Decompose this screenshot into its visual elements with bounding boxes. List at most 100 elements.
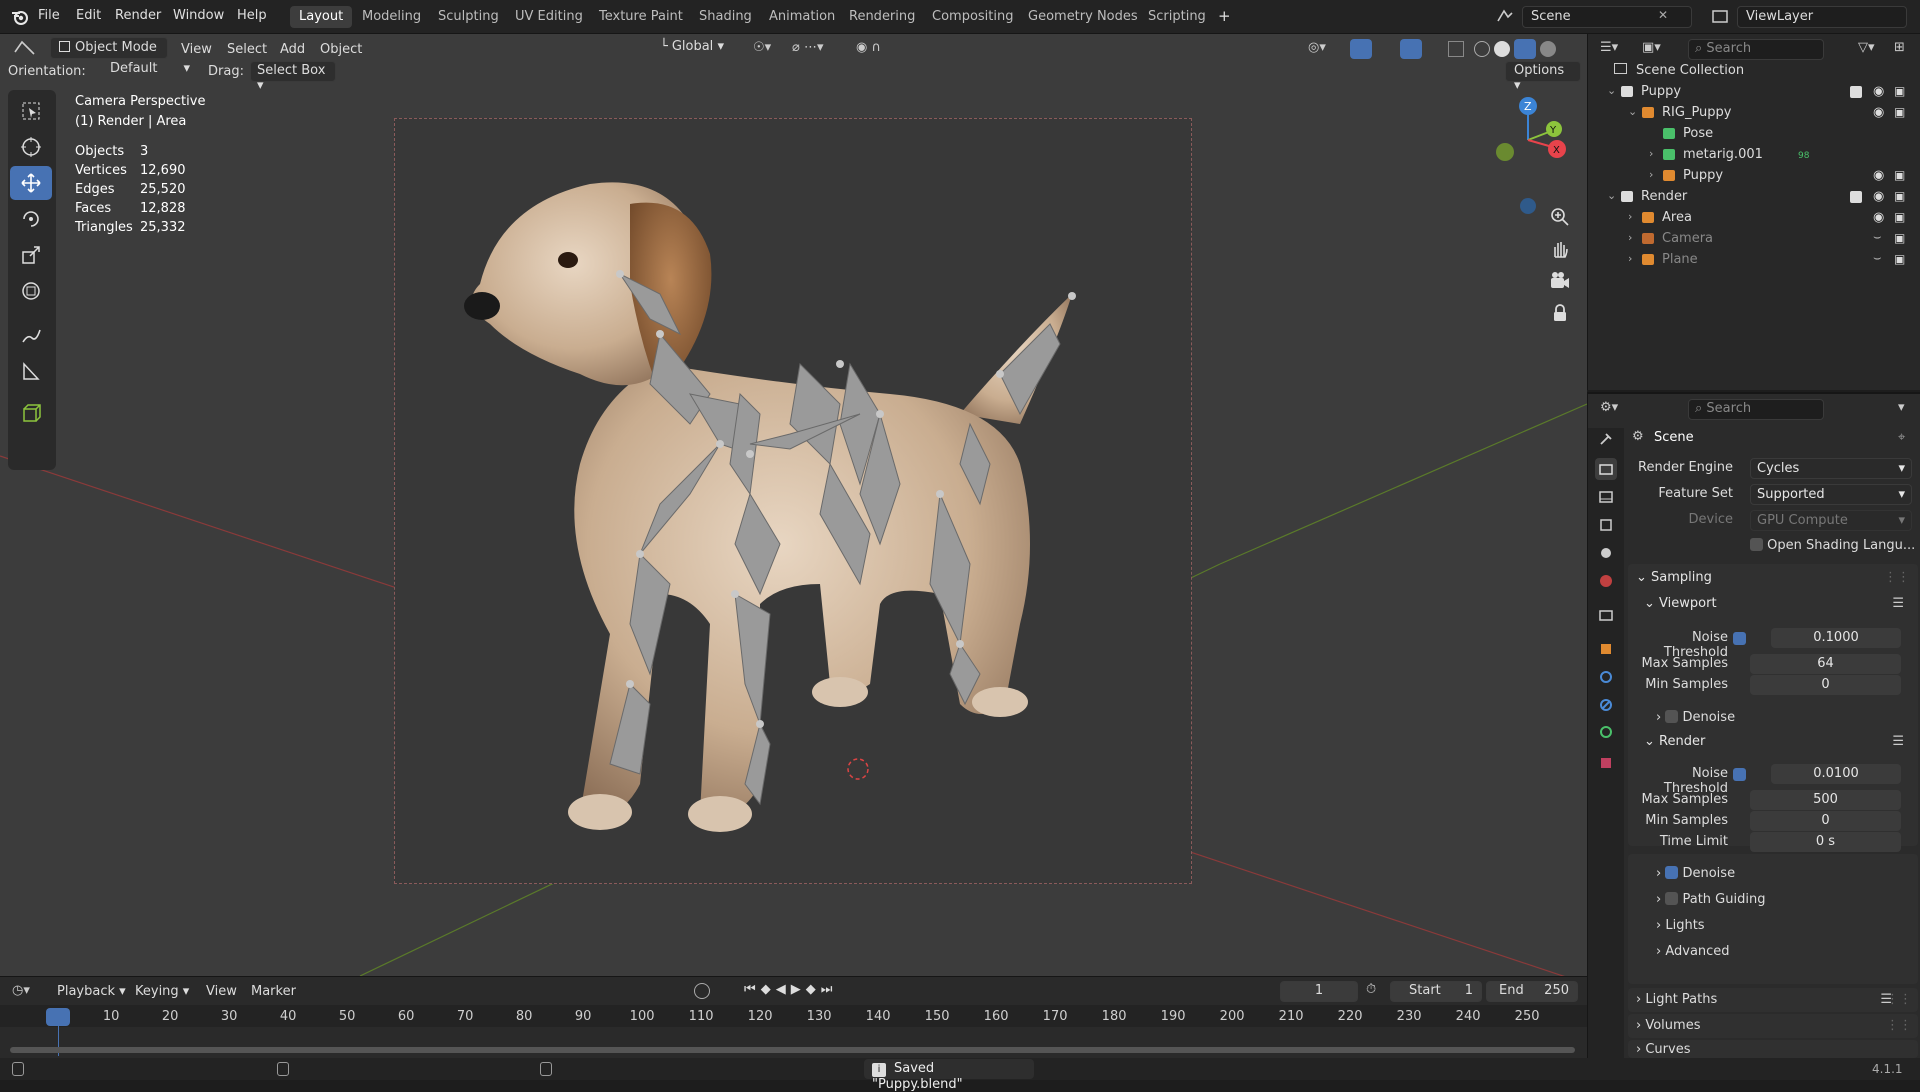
r-max-field[interactable]: 500 bbox=[1750, 790, 1901, 810]
rendered-shading-icon[interactable] bbox=[1540, 41, 1556, 57]
visibility-eye-icon[interactable]: ◉ bbox=[1873, 84, 1884, 99]
camera-view-icon[interactable] bbox=[1543, 264, 1577, 298]
outliner-row[interactable]: › Plane ⌣ ▣ bbox=[1588, 250, 1920, 271]
scene-tab-icon[interactable] bbox=[1595, 542, 1617, 564]
overlay-toggle-icon[interactable] bbox=[1400, 39, 1422, 59]
menu-edit[interactable]: Edit bbox=[76, 8, 101, 23]
drag-dropdown[interactable]: Select Box ▾ bbox=[250, 61, 336, 93]
expand-chevron-icon[interactable]: ⌄ bbox=[1628, 105, 1637, 118]
stopwatch-icon[interactable]: ⏱ bbox=[1366, 982, 1376, 997]
exclude-checkbox[interactable] bbox=[1850, 86, 1862, 98]
expand-chevron-icon[interactable]: ⌄ bbox=[1607, 84, 1616, 97]
filter-icon[interactable]: ▽▾ bbox=[1858, 40, 1875, 55]
world-tab-icon[interactable] bbox=[1595, 570, 1617, 592]
render-toggle-icon[interactable]: ▣ bbox=[1894, 231, 1905, 245]
xray-icon[interactable] bbox=[1448, 41, 1464, 57]
menu-add[interactable]: Add bbox=[280, 42, 305, 57]
gizmo-toggle-icon[interactable] bbox=[1350, 39, 1372, 59]
light-paths-panel[interactable]: › Light Paths ☰ ⋮⋮ bbox=[1628, 988, 1918, 1012]
menu-help[interactable]: Help bbox=[237, 8, 267, 23]
osl-checkbox[interactable]: Open Shading Langu... bbox=[1750, 538, 1915, 553]
render-engine-dropdown[interactable]: Cycles ▾ bbox=[1750, 458, 1912, 479]
vp-noise-checkbox[interactable] bbox=[1733, 632, 1746, 645]
pivot-icon[interactable]: ☉▾ bbox=[753, 40, 771, 55]
menu-keying[interactable]: Keying ▾ bbox=[135, 984, 189, 999]
add-workspace-button[interactable]: + bbox=[1218, 7, 1231, 25]
outliner-editor-icon[interactable]: ☰▾ bbox=[1600, 40, 1618, 55]
viewport-subpanel-header[interactable]: ⌄ Viewport ☰ bbox=[1644, 592, 1914, 616]
render-subpanel-header[interactable]: ⌄ Render ☰ bbox=[1644, 730, 1914, 754]
volumes-panel[interactable]: › Volumes ⋮⋮ bbox=[1628, 1014, 1918, 1038]
physics-tab-icon[interactable] bbox=[1595, 666, 1617, 688]
expand-chevron-icon[interactable]: ⌄ bbox=[1607, 189, 1616, 202]
outliner-row[interactable]: Pose bbox=[1588, 124, 1920, 145]
menu-select[interactable]: Select bbox=[227, 42, 267, 57]
expand-chevron-icon[interactable]: › bbox=[1628, 231, 1632, 244]
tool-tab-icon[interactable] bbox=[1595, 428, 1617, 450]
rotate-tool-icon[interactable] bbox=[10, 202, 52, 236]
properties-options-icon[interactable]: ▾ bbox=[1898, 400, 1905, 415]
transform-orientation-dropdown[interactable]: └ Global ▾ bbox=[660, 39, 745, 59]
render-toggle-icon[interactable]: ▣ bbox=[1894, 168, 1905, 182]
orientation-dropdown[interactable]: Default ▾ bbox=[90, 61, 190, 81]
render-toggle-icon[interactable]: ▣ bbox=[1894, 252, 1905, 266]
viewlayer-name-field[interactable]: ViewLayer bbox=[1737, 6, 1907, 28]
expand-chevron-icon[interactable]: › bbox=[1628, 252, 1632, 265]
tab-shading[interactable]: Shading bbox=[690, 6, 761, 28]
outliner-row[interactable]: › Area ◉ ▣ bbox=[1588, 208, 1920, 229]
device-dropdown[interactable]: GPU Compute ▾ bbox=[1750, 510, 1912, 531]
display-mode-icon[interactable]: ▣▾ bbox=[1642, 40, 1661, 55]
hidden-eye-icon[interactable]: ⌣ bbox=[1873, 230, 1882, 245]
tab-scripting[interactable]: Scripting bbox=[1139, 6, 1215, 28]
viewlayer-icon[interactable] bbox=[1708, 6, 1734, 28]
tab-uv-editing[interactable]: UV Editing bbox=[506, 6, 592, 28]
r-noise-field[interactable]: 0.0100 bbox=[1771, 764, 1901, 784]
auto-key-icon[interactable] bbox=[694, 983, 710, 999]
select-box-tool-icon[interactable] bbox=[10, 94, 52, 128]
tab-animation[interactable]: Animation bbox=[760, 6, 844, 28]
menu-window[interactable]: Window bbox=[173, 8, 224, 23]
output-tab-icon[interactable] bbox=[1595, 486, 1617, 508]
hidden-eye-icon[interactable]: ⌣ bbox=[1873, 251, 1882, 266]
menu-playback[interactable]: Playback ▾ bbox=[57, 984, 126, 999]
context-pin-icon[interactable]: ⌖ bbox=[1898, 430, 1905, 445]
scene-selector-icon[interactable] bbox=[1494, 6, 1520, 28]
menu-view[interactable]: View bbox=[181, 42, 212, 57]
expand-chevron-icon[interactable]: › bbox=[1649, 168, 1653, 181]
r-min-field[interactable]: 0 bbox=[1750, 811, 1901, 831]
puppy-model[interactable] bbox=[460, 164, 1100, 854]
annotate-tool-icon[interactable] bbox=[10, 318, 52, 352]
view-layer-tab-icon[interactable] bbox=[1595, 514, 1617, 536]
tab-sculpting[interactable]: Sculpting bbox=[429, 6, 508, 28]
clock-editor-icon[interactable]: ◷▾ bbox=[12, 983, 30, 998]
render-toggle-icon[interactable]: ▣ bbox=[1894, 84, 1905, 98]
menu-marker[interactable]: Marker bbox=[251, 984, 296, 999]
object-tab-icon[interactable] bbox=[1595, 638, 1617, 660]
properties-search-input[interactable]: ⌕ Search bbox=[1688, 399, 1824, 420]
tab-geometry-nodes[interactable]: Geometry Nodes bbox=[1019, 6, 1147, 28]
render-toggle-icon[interactable]: ▣ bbox=[1894, 210, 1905, 224]
properties-editor-icon[interactable]: ⚙▾ bbox=[1600, 400, 1618, 415]
material-shading-icon[interactable] bbox=[1514, 39, 1536, 59]
path-guiding-row[interactable]: › Path Guiding bbox=[1656, 892, 1765, 907]
expand-chevron-icon[interactable]: › bbox=[1628, 210, 1632, 223]
tab-rendering[interactable]: Rendering bbox=[840, 6, 924, 28]
mode-selector[interactable]: Object Mode bbox=[50, 37, 168, 59]
pan-hand-icon[interactable] bbox=[1543, 232, 1577, 266]
menu-render[interactable]: Render bbox=[115, 8, 161, 23]
outliner-row[interactable]: › Camera ⌣ ▣ bbox=[1588, 229, 1920, 250]
end-frame-field[interactable]: End 250 bbox=[1486, 981, 1578, 1002]
constraints-tab-icon[interactable] bbox=[1595, 694, 1617, 716]
visibility-eye-icon[interactable]: ◉ bbox=[1873, 105, 1884, 120]
texture-tab-icon[interactable] bbox=[1595, 752, 1617, 774]
snap-icon[interactable]: ⌀ ⋯▾ bbox=[792, 40, 823, 55]
tab-modeling[interactable]: Modeling bbox=[353, 6, 430, 28]
blender-logo-icon[interactable] bbox=[10, 7, 30, 27]
add-cube-tool-icon[interactable] bbox=[10, 396, 52, 430]
render-toggle-icon[interactable]: ▣ bbox=[1894, 189, 1905, 203]
curves-panel[interactable]: › Curves bbox=[1628, 1040, 1918, 1058]
vp-noise-field[interactable]: 0.1000 bbox=[1771, 628, 1901, 648]
menu-object[interactable]: Object bbox=[320, 42, 362, 57]
outliner-row[interactable]: ⌄ Render ◉ ▣ bbox=[1588, 187, 1920, 208]
render-tab-icon[interactable] bbox=[1595, 458, 1617, 480]
